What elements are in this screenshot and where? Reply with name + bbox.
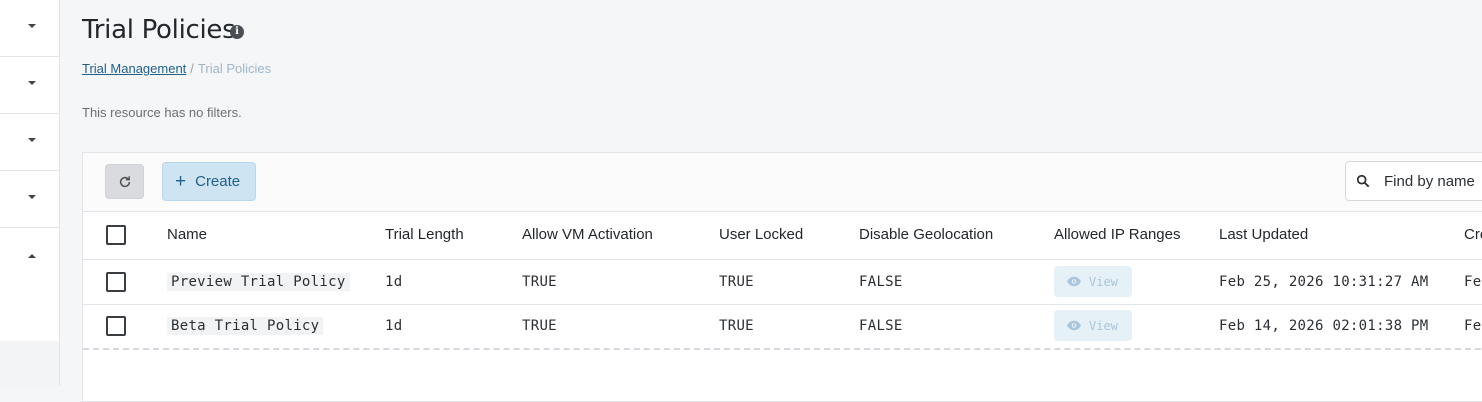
plus-icon: + <box>175 171 187 192</box>
table-header: Name Trial Length Allow VM Activation Us… <box>83 211 1482 260</box>
search-box[interactable] <box>1345 161 1482 201</box>
page-title: Trial Policies <box>82 15 236 45</box>
sidebar-section-2[interactable] <box>0 57 59 114</box>
column-header-created[interactable]: Cre <box>1464 211 1482 259</box>
view-button-label: View <box>1089 274 1118 289</box>
cell-trial-length: 1d <box>385 318 403 334</box>
policy-name[interactable]: Beta Trial Policy <box>167 317 324 335</box>
row-checkbox[interactable] <box>106 272 126 292</box>
breadcrumb: Trial Management / Trial Policies <box>82 61 271 76</box>
cell-disable-geolocation: FALSE <box>859 318 903 334</box>
column-header-allow-vm-activation[interactable]: Allow VM Activation <box>522 211 653 259</box>
search-input[interactable] <box>1384 172 1482 190</box>
sidebar <box>0 0 60 386</box>
search-icon <box>1356 174 1370 188</box>
refresh-icon <box>119 175 130 187</box>
cell-name: Beta Trial Policy <box>167 304 324 348</box>
breadcrumb-separator: / <box>190 61 194 76</box>
cell-name: Preview Trial Policy <box>167 260 350 304</box>
view-ip-ranges-button[interactable]: View <box>1054 310 1132 341</box>
column-header-disable-geolocation[interactable]: Disable Geolocation <box>859 211 993 259</box>
sidebar-section-4[interactable] <box>0 171 59 228</box>
cell-disable-geolocation: FALSE <box>859 274 903 290</box>
chevron-down-icon <box>28 195 36 199</box>
table-row[interactable]: Preview Trial Policy 1d TRUE TRUE FALSE … <box>83 260 1482 305</box>
column-header-user-locked[interactable]: User Locked <box>719 211 803 259</box>
cell-last-updated: Feb 14, 2026 02:01:38 PM <box>1219 318 1429 334</box>
cell-created: Fe <box>1464 274 1482 290</box>
column-header-allowed-ip-ranges[interactable]: Allowed IP Ranges <box>1054 211 1180 259</box>
eye-icon <box>1067 320 1081 331</box>
chevron-up-icon <box>28 254 36 258</box>
sidebar-section-1[interactable] <box>0 0 59 57</box>
column-header-trial-length[interactable]: Trial Length <box>385 211 464 259</box>
select-all-checkbox[interactable] <box>106 225 126 245</box>
row-checkbox[interactable] <box>106 316 126 336</box>
chevron-down-icon <box>28 24 36 28</box>
view-button-label: View <box>1089 318 1118 333</box>
cell-user-locked: TRUE <box>719 274 754 290</box>
sidebar-section-5[interactable] <box>0 228 59 341</box>
column-header-name[interactable]: Name <box>167 211 207 259</box>
policy-name[interactable]: Preview Trial Policy <box>167 273 350 291</box>
breadcrumb-link-trial-management[interactable]: Trial Management <box>82 61 186 76</box>
chevron-down-icon <box>28 138 36 142</box>
cell-created: Fe <box>1464 318 1482 334</box>
chevron-down-icon <box>28 81 36 85</box>
refresh-button[interactable] <box>105 164 144 199</box>
eye-icon <box>1067 276 1081 287</box>
cell-allow-vm-activation: TRUE <box>522 274 557 290</box>
sidebar-footer <box>0 341 59 386</box>
column-header-last-updated[interactable]: Last Updated <box>1219 211 1308 259</box>
cell-allow-vm-activation: TRUE <box>522 318 557 334</box>
table-panel: + Create Name Trial Length Allow VM Acti… <box>82 152 1482 402</box>
cell-trial-length: 1d <box>385 274 403 290</box>
table-row[interactable]: Beta Trial Policy 1d TRUE TRUE FALSE Vie… <box>83 304 1482 350</box>
table-toolbar: + Create <box>83 153 1482 212</box>
create-button-label: Create <box>195 173 241 190</box>
sidebar-section-3[interactable] <box>0 114 59 171</box>
cell-user-locked: TRUE <box>719 318 754 334</box>
view-ip-ranges-button[interactable]: View <box>1054 266 1132 297</box>
breadcrumb-current: Trial Policies <box>197 61 272 76</box>
create-button[interactable]: + Create <box>162 162 256 201</box>
filters-note: This resource has no filters. <box>82 105 242 120</box>
info-icon[interactable]: i <box>230 25 244 39</box>
cell-last-updated: Feb 25, 2026 10:31:27 AM <box>1219 274 1429 290</box>
